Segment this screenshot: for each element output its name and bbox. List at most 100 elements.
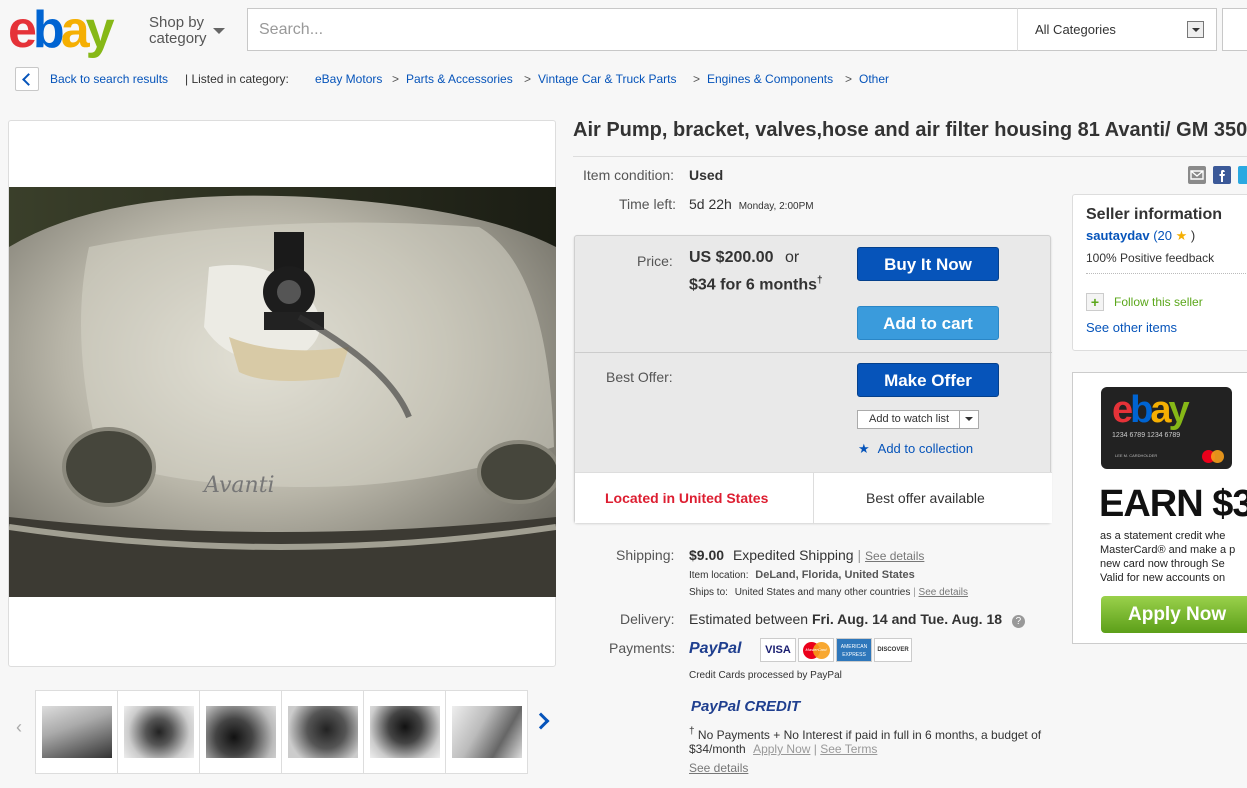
time-left-label: Time left: — [619, 196, 677, 212]
thumbnail[interactable] — [281, 690, 364, 774]
follow-seller-link[interactable]: Follow this seller — [1114, 295, 1203, 309]
card-ebay-logo: ebay — [1112, 389, 1190, 432]
card-logos: VISA MasterCard AMERICAN EXPRESS DISCOVE… — [760, 638, 912, 662]
breadcrumb-separator: > — [845, 72, 853, 86]
chevron-down-icon[interactable] — [213, 28, 225, 34]
back-to-search-link[interactable]: Back to search results — [50, 72, 168, 86]
note-pipe: | — [813, 742, 817, 756]
category-select[interactable]: All Categories — [1017, 8, 1217, 51]
thumbnail-image — [42, 706, 112, 758]
breadcrumb: Back to search results | Listed in categ… — [0, 64, 1247, 94]
best-offer-status: Best offer available — [866, 490, 985, 506]
card-holder: LEE M. CARDHOLDER — [1115, 453, 1158, 458]
thumbnail[interactable] — [445, 690, 528, 774]
time-left-remaining: 5d 22h — [689, 196, 732, 212]
divider — [813, 473, 814, 524]
next-thumb-icon[interactable] — [532, 712, 550, 730]
time-left-value: 5d 22h Monday, 2:00PM — [689, 196, 814, 212]
breadcrumb-item-other[interactable]: Other — [859, 72, 889, 86]
ad-earn-heading: EARN $3 — [1099, 483, 1247, 525]
add-to-cart-button[interactable]: Add to cart — [857, 306, 999, 340]
delivery-label: Delivery: — [620, 611, 675, 627]
delivery-line: Estimated between Fri. Aug. 14 and Tue. … — [689, 611, 1025, 628]
add-to-collection-link[interactable]: ★ Add to collection — [858, 441, 973, 457]
apply-now-link[interactable]: Apply Now — [753, 742, 810, 756]
back-arrow-icon[interactable] — [15, 67, 39, 91]
previous-thumb-icon[interactable]: ‹ — [16, 717, 22, 738]
payments-see-details-link[interactable]: See details — [689, 761, 748, 775]
thumbnail-image — [288, 706, 358, 758]
see-terms-link[interactable]: See Terms — [820, 742, 877, 756]
breadcrumb-item-ebay-motors[interactable]: eBay Motors — [315, 72, 382, 86]
item-location: Item location: DeLand, Florida, United S… — [689, 569, 915, 581]
credit-card-ad[interactable]: ebay 1234 6789 1234 6789 LEE M. CARDHOLD… — [1072, 372, 1247, 644]
thumbnail[interactable] — [35, 690, 118, 774]
breadcrumb-separator: > — [693, 72, 701, 86]
financing-line: $34 for 6 months† — [689, 275, 823, 294]
payments-label: Payments: — [609, 640, 676, 656]
ad-text: as a statement credit whe MasterCard® an… — [1100, 529, 1235, 585]
breadcrumb-item-parts[interactable]: Parts & Accessories — [406, 72, 513, 86]
car-hood-photo: Avanti — [9, 187, 556, 597]
price-label: Price: — [637, 253, 673, 269]
ships-see-details-link[interactable]: See details — [919, 587, 968, 598]
thumbnail[interactable] — [117, 690, 200, 774]
add-to-watch-list-button[interactable]: Add to watch list — [857, 410, 979, 429]
search-button[interactable] — [1222, 8, 1247, 51]
logo-letter-a: a — [60, 1, 90, 59]
logo-letter-y: y — [85, 1, 115, 59]
location-value: DeLand, Florida, United States — [755, 569, 915, 581]
twitter-icon[interactable] — [1238, 166, 1247, 184]
see-other-items-link[interactable]: See other items — [1086, 320, 1177, 335]
facebook-icon[interactable] — [1213, 166, 1231, 184]
card-logo-letter-a: a — [1150, 389, 1171, 431]
thumbnail-strip: ‹ — [8, 690, 558, 774]
card-logo-letter-b: b — [1130, 389, 1153, 431]
help-icon[interactable]: ? — [1011, 615, 1025, 628]
category-label: category — [149, 30, 207, 47]
star-icon: ★ — [858, 441, 870, 456]
shipping-cost: $9.00 — [689, 547, 725, 563]
main-product-photo[interactable]: Avanti — [9, 187, 556, 597]
ad-apply-now-button[interactable]: Apply Now — [1101, 596, 1247, 633]
buy-it-now-button[interactable]: Buy It Now — [857, 247, 999, 281]
email-icon[interactable] — [1188, 166, 1206, 184]
mastercard-icon: MasterCard — [798, 638, 834, 662]
card-number: 1234 6789 1234 6789 — [1112, 432, 1181, 439]
seller-info-card: Seller information sautaydav (20 ★ ) 100… — [1072, 194, 1247, 351]
shipping-see-details-link[interactable]: See details — [865, 549, 924, 563]
location-label: Item location: — [689, 570, 749, 581]
listed-in-label: | Listed in category: — [185, 72, 289, 86]
search-input[interactable]: Search... — [247, 8, 1018, 51]
shop-by-category-button[interactable]: Shop by category — [149, 15, 207, 47]
search-placeholder: Search... — [259, 21, 324, 38]
thumbnail[interactable] — [199, 690, 282, 774]
seller-name-link[interactable]: sautaydav — [1086, 228, 1150, 243]
note-text: No Payments + No Interest if paid in ful… — [697, 728, 1042, 742]
thumbnail[interactable] — [363, 690, 446, 774]
seller-info-heading: Seller information — [1086, 206, 1223, 223]
seller-name-line: sautaydav (20 ★ ) — [1086, 228, 1195, 244]
make-offer-button[interactable]: Make Offer — [857, 363, 999, 397]
shipping-pipe: | — [857, 547, 862, 563]
delivery-dates: Fri. Aug. 14 and Tue. Aug. 18 — [811, 611, 1003, 627]
plus-icon[interactable]: + — [1086, 293, 1104, 311]
ebay-card-image: ebay 1234 6789 1234 6789 LEE M. CARDHOLD… — [1101, 387, 1232, 469]
visa-icon: VISA — [760, 638, 796, 662]
price-value: US $200.00 — [689, 249, 774, 266]
financing-mark: † — [817, 275, 823, 286]
breadcrumb-item-engines[interactable]: Engines & Components — [707, 72, 833, 86]
dropdown-arrow-icon[interactable] — [1187, 21, 1204, 38]
ad-text-line: Valid for new accounts on — [1100, 572, 1226, 584]
price-line: US $200.00 or — [689, 249, 799, 267]
ad-text-line: new card now through Se — [1100, 558, 1225, 570]
star-icon: ★ — [1175, 228, 1188, 243]
chevron-down-icon[interactable] — [959, 411, 978, 428]
ebay-logo[interactable]: ebay — [8, 1, 115, 59]
mastercard-icon — [1202, 450, 1224, 463]
item-title: Air Pump, bracket, valves,hose and air f… — [573, 119, 1247, 141]
card-logo-letter-e: e — [1112, 389, 1133, 431]
breadcrumb-item-vintage[interactable]: Vintage Car & Truck Parts — [538, 72, 677, 86]
paypal-credit-logo: PayPal CREDIT — [691, 698, 801, 715]
delivery-text: Estimated between — [689, 611, 809, 627]
